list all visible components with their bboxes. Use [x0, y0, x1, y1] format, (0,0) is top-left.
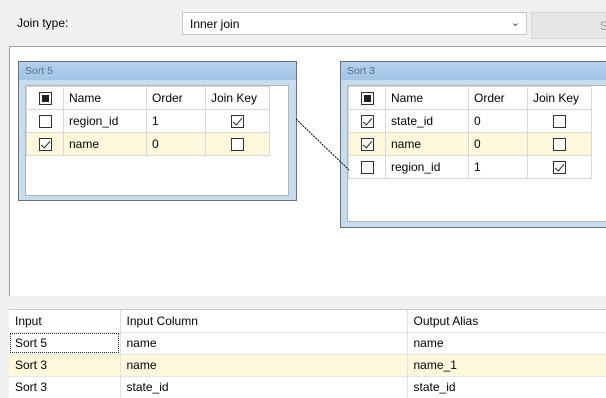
column-name: name	[385, 132, 469, 156]
output-columns-table: Input Input Column Output Alias Sort 5 n…	[9, 310, 606, 398]
checked-checkbox[interactable]	[553, 161, 566, 175]
checked-checkbox[interactable]	[38, 138, 52, 152]
header-input-column[interactable]: Input Column	[120, 310, 408, 333]
right-header-name[interactable]: Name	[385, 86, 469, 110]
left-header-row: Name Order Join Key	[26, 86, 270, 110]
unchecked-checkbox[interactable]	[38, 115, 52, 129]
join-toolbar: Join type: Inner join ⌄ Sw	[0, 0, 606, 46]
swap-inputs-button[interactable]: Sw	[531, 12, 606, 39]
cell-output-alias[interactable]: name_1	[407, 354, 606, 377]
cell-output-alias[interactable]: state_id	[407, 376, 606, 398]
join-type-label: Join type:	[17, 16, 69, 30]
column-order: 0	[468, 132, 528, 156]
unchecked-checkbox[interactable]	[553, 138, 566, 152]
output-columns-grid[interactable]: Input Input Column Output Alias Sort 5 n…	[9, 309, 606, 398]
chevron-down-icon: ⌄	[510, 17, 520, 29]
cell-input-column[interactable]: name	[120, 354, 408, 377]
right-row-state-id-select[interactable]	[348, 109, 386, 133]
output-header-row: Input Input Column Output Alias	[9, 310, 606, 333]
output-row[interactable]: Sort 3 state_id state_id	[9, 376, 606, 398]
left-column-table: Name Order Join Key region_id 1 name 0	[26, 86, 270, 156]
checked-checkbox[interactable]	[360, 138, 374, 152]
join-design-canvas[interactable]: Sort 5 Name Order Join Key region_id 1 n…	[9, 46, 606, 296]
right-header-order[interactable]: Order	[468, 86, 528, 110]
left-row-region-id[interactable]: region_id 1	[26, 109, 270, 133]
right-select-all[interactable]	[348, 86, 386, 110]
right-row-region-id[interactable]: region_id 1	[348, 155, 592, 179]
checked-checkbox[interactable]	[360, 115, 374, 129]
column-name: state_id	[385, 109, 469, 133]
right-row-state-id[interactable]: state_id 0	[348, 109, 592, 133]
column-order: 1	[468, 155, 528, 179]
column-order: 1	[146, 109, 206, 133]
left-input-box[interactable]: Sort 5 Name Order Join Key region_id 1 n…	[18, 61, 297, 201]
cell-input[interactable]: Sort 3	[9, 376, 121, 398]
right-row-name-join-key[interactable]	[527, 132, 592, 156]
unchecked-checkbox[interactable]	[553, 115, 566, 129]
cell-input-column[interactable]: name	[120, 332, 408, 355]
left-header-order[interactable]: Order	[146, 86, 206, 110]
left-select-all[interactable]	[26, 86, 64, 110]
output-row[interactable]: Sort 5 name name	[9, 332, 606, 355]
right-row-name-select[interactable]	[348, 132, 386, 156]
cell-output-alias[interactable]: name	[407, 332, 606, 355]
left-column-list[interactable]: Name Order Join Key region_id 1 name 0	[25, 85, 289, 196]
left-row-name-select[interactable]	[26, 132, 64, 156]
cell-input-column[interactable]: state_id	[120, 376, 408, 398]
left-row-region-id-select[interactable]	[26, 109, 64, 133]
right-header-row: Name Order Join Key	[348, 86, 592, 110]
left-row-name-join-key[interactable]	[205, 132, 270, 156]
left-row-name[interactable]: name 0	[26, 132, 270, 156]
output-row[interactable]: Sort 3 name name_1	[9, 354, 606, 377]
right-row-state-id-join-key[interactable]	[527, 109, 592, 133]
right-input-title: Sort 3	[341, 62, 606, 80]
right-column-table: Name Order Join Key state_id 0 name 0 re…	[348, 86, 592, 179]
cell-input[interactable]: Sort 5	[9, 332, 121, 355]
cell-input[interactable]: Sort 3	[9, 354, 121, 377]
left-input-body: Name Order Join Key region_id 1 name 0	[19, 80, 296, 200]
join-type-select[interactable]: Inner join ⌄	[182, 12, 527, 35]
column-name: region_id	[385, 155, 469, 179]
column-order: 0	[146, 132, 206, 156]
right-header-join-key[interactable]: Join Key	[527, 86, 592, 110]
unchecked-checkbox[interactable]	[231, 138, 244, 152]
select-all-checkbox[interactable]	[360, 92, 374, 106]
join-type-value: Inner join	[190, 17, 240, 31]
left-header-name[interactable]: Name	[63, 86, 147, 110]
column-order: 0	[468, 109, 528, 133]
right-column-list[interactable]: Name Order Join Key state_id 0 name 0 re…	[347, 85, 606, 222]
swap-inputs-label: Sw	[600, 19, 606, 33]
header-input[interactable]: Input	[9, 310, 121, 333]
select-all-checkbox[interactable]	[38, 92, 52, 106]
right-row-name[interactable]: name 0	[348, 132, 592, 156]
left-header-join-key[interactable]: Join Key	[205, 86, 270, 110]
right-row-region-id-join-key[interactable]	[527, 155, 592, 179]
right-input-box[interactable]: Sort 3 Name Order Join Key state_id 0 na…	[340, 61, 606, 228]
right-row-region-id-select[interactable]	[348, 155, 386, 179]
unchecked-checkbox[interactable]	[360, 161, 374, 175]
left-input-title: Sort 5	[19, 62, 296, 80]
column-name: name	[63, 132, 147, 156]
left-row-region-id-join-key[interactable]	[205, 109, 270, 133]
checked-checkbox[interactable]	[231, 115, 244, 129]
right-input-body: Name Order Join Key state_id 0 name 0 re…	[341, 80, 606, 227]
column-name: region_id	[63, 109, 147, 133]
header-output-alias[interactable]: Output Alias	[407, 310, 606, 333]
